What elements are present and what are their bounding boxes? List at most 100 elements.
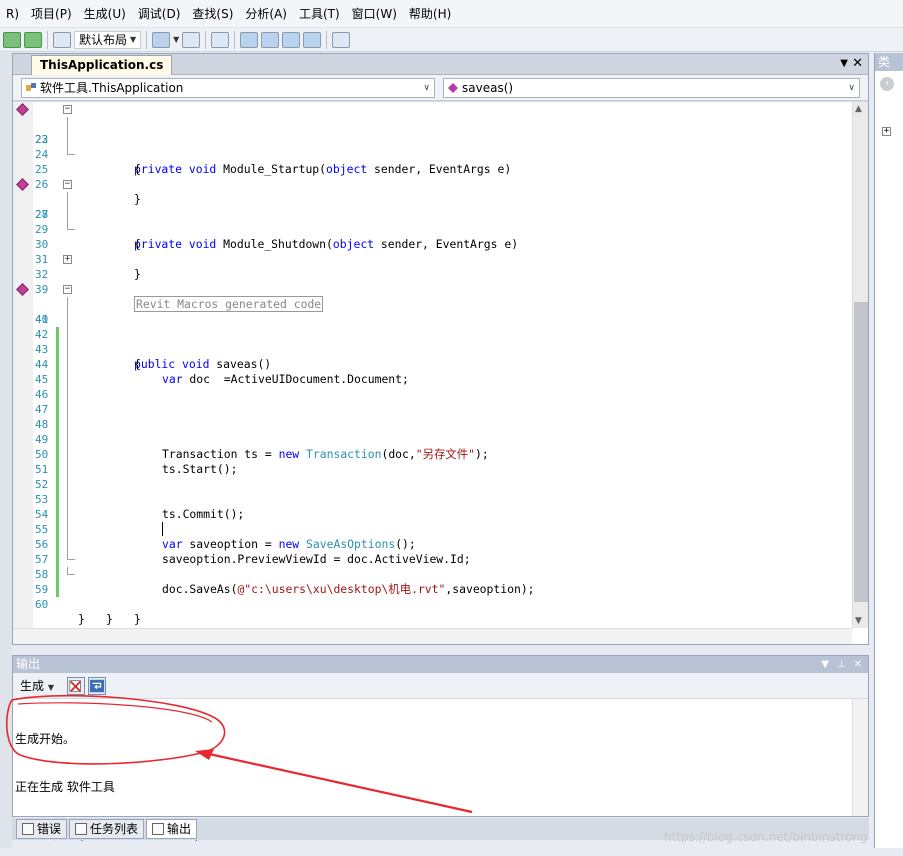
chevron-down-icon[interactable]: ▼	[173, 35, 179, 44]
fold-guide	[67, 117, 68, 132]
member-combo-value: saveas()	[462, 81, 514, 95]
output-toolbar: 生成 ▼	[13, 673, 868, 699]
bookmark-clear-icon[interactable]	[303, 31, 322, 48]
output-icon	[152, 823, 165, 835]
task-list-icon	[75, 823, 88, 835]
build-icon[interactable]	[3, 31, 21, 48]
menu-item-help[interactable]: 帮助(H)	[403, 0, 457, 28]
bookmark-icon[interactable]	[261, 31, 280, 48]
tab-this-application[interactable]: ThisApplication.cs	[31, 55, 173, 75]
output-source-select[interactable]: 生成 ▼	[18, 677, 56, 695]
menu-item-debug[interactable]: 调试(D)	[132, 0, 187, 28]
fold-guide-end	[67, 567, 75, 575]
method-marker-icon	[16, 283, 29, 296]
code-line: 44	[13, 342, 848, 387]
editor-vertical-scrollbar[interactable]: ▲ ▼	[852, 102, 868, 628]
code-line: 24	[13, 132, 848, 161]
word-wrap-icon[interactable]	[88, 677, 106, 695]
menu-bar: R) 项目(P) 生成(U) 调试(D) 查找(S) 分析(A) 工具(T) 窗…	[0, 0, 903, 28]
bookmark-next-icon[interactable]	[282, 31, 301, 48]
class-combo-value: 软件工具.ThisApplication	[40, 81, 184, 95]
tab-errors[interactable]: 错误	[16, 819, 68, 839]
collapse-icon[interactable]: −	[63, 180, 72, 189]
code-statement: }	[106, 612, 113, 626]
code-line: 55	[13, 507, 848, 552]
code-line: 57	[13, 537, 848, 582]
output-source-value: 生成	[20, 679, 45, 693]
output-title: 输出	[16, 657, 41, 671]
editor-horizontal-scrollbar[interactable]	[13, 628, 852, 644]
panel-menu-icon[interactable]: ▼	[821, 656, 829, 673]
scroll-thumb[interactable]	[854, 302, 868, 602]
layout-select-label: 默认布局	[79, 32, 128, 47]
output-panel: 输出 ▼ ⊥ ✕ 生成 ▼ 生成开始。 正在生成 软件工具 生成成功。 (00:…	[12, 655, 869, 842]
fold-guide	[67, 207, 68, 222]
code-line: 49	[13, 417, 848, 462]
collapse-icon[interactable]: −	[63, 105, 72, 114]
fold-guide	[67, 432, 68, 447]
menu-item-search[interactable]: 查找(S)	[186, 0, 239, 28]
tab-errors-label: 错误	[37, 822, 62, 836]
scroll-up-icon[interactable]: ▲	[855, 104, 862, 114]
code-line: 46	[13, 372, 848, 417]
back-icon[interactable]: ‹	[880, 77, 894, 91]
code-line: 47 Transaction ts = new Transaction(doc,…	[13, 387, 848, 461]
fold-guide	[67, 402, 68, 417]
chevron-down-icon: ∨	[848, 83, 855, 93]
navigation-bar: 软件工具.ThisApplication ∨ saveas() ∨	[13, 75, 868, 101]
code-line: 50	[13, 432, 848, 477]
menu-item-project[interactable]: 项目(P)	[25, 0, 78, 28]
menu-item-analyze[interactable]: 分析(A)	[239, 0, 293, 28]
tab-output[interactable]: 输出	[146, 819, 198, 839]
expand-icon[interactable]: +	[882, 127, 891, 136]
class-icon	[26, 83, 36, 91]
indent-icon[interactable]	[211, 31, 230, 48]
fold-guide-end	[67, 222, 75, 230]
class-combo[interactable]: 软件工具.ThisApplication ∨	[21, 78, 435, 98]
member-combo[interactable]: saveas() ∨	[443, 78, 860, 98]
document-icon[interactable]	[152, 31, 171, 48]
tab-task-list[interactable]: 任务列表	[69, 819, 145, 839]
comment-icon[interactable]	[240, 31, 259, 48]
stop-icon[interactable]	[53, 31, 71, 48]
fold-guide	[67, 492, 68, 507]
tab-output-label: 输出	[167, 822, 192, 836]
copy-icon[interactable]	[182, 31, 201, 48]
fold-guide	[67, 132, 68, 147]
find-icon[interactable]	[332, 31, 351, 48]
clear-all-icon[interactable]	[67, 677, 85, 695]
layout-select[interactable]: 默认布局 ▼	[74, 30, 142, 49]
toolbar-separator	[234, 30, 236, 49]
code-line: 56 doc.SaveAs(@"c:\users\xu\desktop\机电.r…	[13, 522, 848, 596]
close-icon[interactable]: ✕	[852, 56, 863, 72]
chevron-down-icon: ▼	[47, 683, 54, 692]
code-line: 22 − private void Module_Startup(object …	[13, 102, 848, 176]
code-line: 40 − public void saveas()	[13, 282, 848, 371]
code-line: 28 {	[13, 192, 848, 251]
output-vertical-scrollbar[interactable]	[852, 699, 868, 816]
code-line: 26	[13, 162, 848, 191]
code-text-area[interactable]: 22 − private void Module_Startup(object …	[13, 102, 868, 644]
output-line: 正在生成 软件工具	[15, 780, 115, 794]
expand-icon[interactable]: +	[63, 255, 72, 264]
code-line: 42 var doc =ActiveUIDocument.Document;	[13, 312, 848, 386]
tab-menu-icon[interactable]: ▼	[840, 56, 848, 72]
build-all-icon[interactable]	[24, 31, 42, 48]
code-line: 32 + Revit Macros generated code	[13, 252, 848, 312]
class-view-title: 类	[875, 53, 903, 71]
scroll-down-icon[interactable]: ▼	[855, 616, 862, 626]
pin-icon[interactable]: ⊥	[837, 656, 846, 673]
output-title-bar: 输出 ▼ ⊥ ✕	[13, 656, 868, 673]
panel-buttons: ▼ ⊥ ✕	[821, 656, 862, 673]
menu-item-build[interactable]: 生成(U)	[78, 0, 132, 28]
menu-item-refactor[interactable]: R)	[0, 0, 25, 28]
fold-guide-end	[67, 552, 75, 560]
menu-item-window[interactable]: 窗口(W)	[346, 0, 403, 28]
close-icon[interactable]: ✕	[854, 656, 862, 673]
collapse-icon[interactable]: −	[63, 285, 72, 294]
method-icon	[448, 83, 458, 93]
menu-item-tools[interactable]: 工具(T)	[293, 0, 346, 28]
fold-guide	[67, 357, 68, 372]
code-lines: 22 − private void Module_Startup(object …	[13, 102, 848, 626]
method-marker-icon	[16, 178, 29, 191]
